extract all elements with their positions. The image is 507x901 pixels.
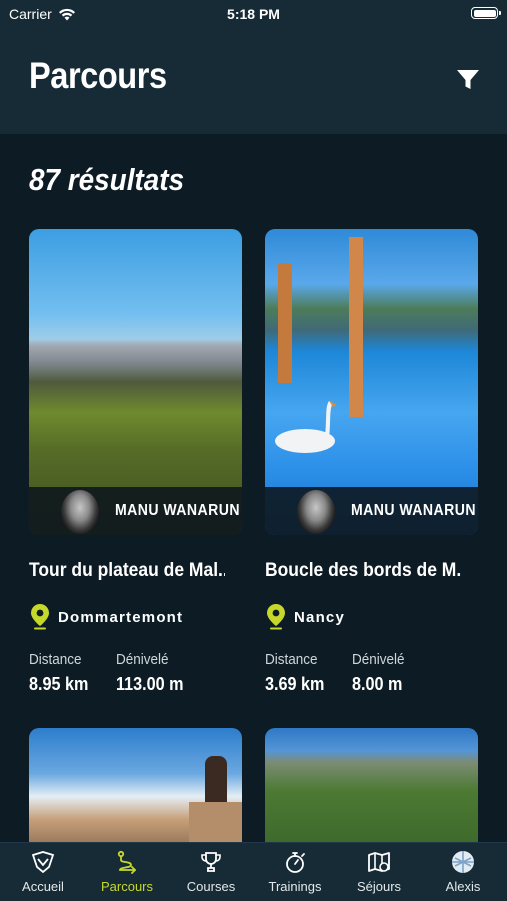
tab-parcours[interactable]: Parcours xyxy=(85,843,169,901)
location-pin-icon xyxy=(267,604,285,630)
status-bar: Carrier 5:18 PM xyxy=(0,0,507,30)
route-photo xyxy=(29,728,242,842)
author-name: MANU WANARUN xyxy=(351,502,476,519)
distance-label: Distance xyxy=(29,651,82,668)
elevation-value: 8.00 m xyxy=(352,674,403,694)
tab-label: Alexis xyxy=(445,879,481,894)
tab-label: Accueil xyxy=(22,879,64,894)
tab-trainings[interactable]: Trainings xyxy=(253,843,337,901)
elevation-label: Dénivelé xyxy=(116,651,169,668)
avatar-icon xyxy=(452,851,474,873)
author-bar: MANU WANARUN xyxy=(265,487,478,535)
tab-sejours[interactable]: Séjours xyxy=(337,843,421,901)
clock: 5:18 PM xyxy=(227,6,280,22)
distance-value: 8.95 km xyxy=(29,674,89,694)
filter-icon[interactable] xyxy=(456,68,480,92)
route-city: Nancy xyxy=(294,609,346,626)
results-count: 87 résultats xyxy=(29,162,185,197)
route-photo xyxy=(265,728,478,842)
tab-label: Parcours xyxy=(100,879,154,894)
page-title: Parcours xyxy=(29,55,167,96)
route-photo: MANU WANARUN xyxy=(29,229,242,535)
tab-alexis[interactable]: Alexis xyxy=(421,843,505,901)
tab-courses[interactable]: Courses xyxy=(169,843,253,901)
tab-accueil[interactable]: Accueil xyxy=(1,843,85,901)
elevation-label: Dénivelé xyxy=(352,651,405,668)
tab-label: Courses xyxy=(186,879,236,894)
route-photo: MANU WANARUN xyxy=(265,229,478,535)
elevation-value: 113.00 m xyxy=(116,674,184,694)
home-logo-icon xyxy=(31,851,55,874)
route-name: Tour du plateau de Mal... xyxy=(29,560,225,581)
author-name: MANU WANARUN xyxy=(115,502,240,519)
map-icon xyxy=(368,852,390,872)
location-pin-icon xyxy=(31,604,49,630)
author-bar: MANU WANARUN xyxy=(29,487,242,535)
app-header: Carrier 5:18 PM Parcours xyxy=(0,0,507,134)
trophy-icon xyxy=(201,852,221,872)
stopwatch-icon xyxy=(286,852,305,873)
distance-label: Distance xyxy=(265,651,318,668)
battery-icon xyxy=(471,7,501,19)
tab-label: Trainings xyxy=(268,879,322,894)
route-icon xyxy=(117,850,137,874)
author-avatar xyxy=(61,490,99,534)
route-name: Boucle des bords de M... xyxy=(265,560,461,581)
tab-bar: Accueil Parcours Courses Trainings Séjou… xyxy=(0,842,507,901)
author-avatar xyxy=(297,490,335,534)
tab-label: Séjours xyxy=(356,879,402,894)
route-city: Dommartemont xyxy=(58,609,184,626)
distance-value: 3.69 km xyxy=(265,674,325,694)
